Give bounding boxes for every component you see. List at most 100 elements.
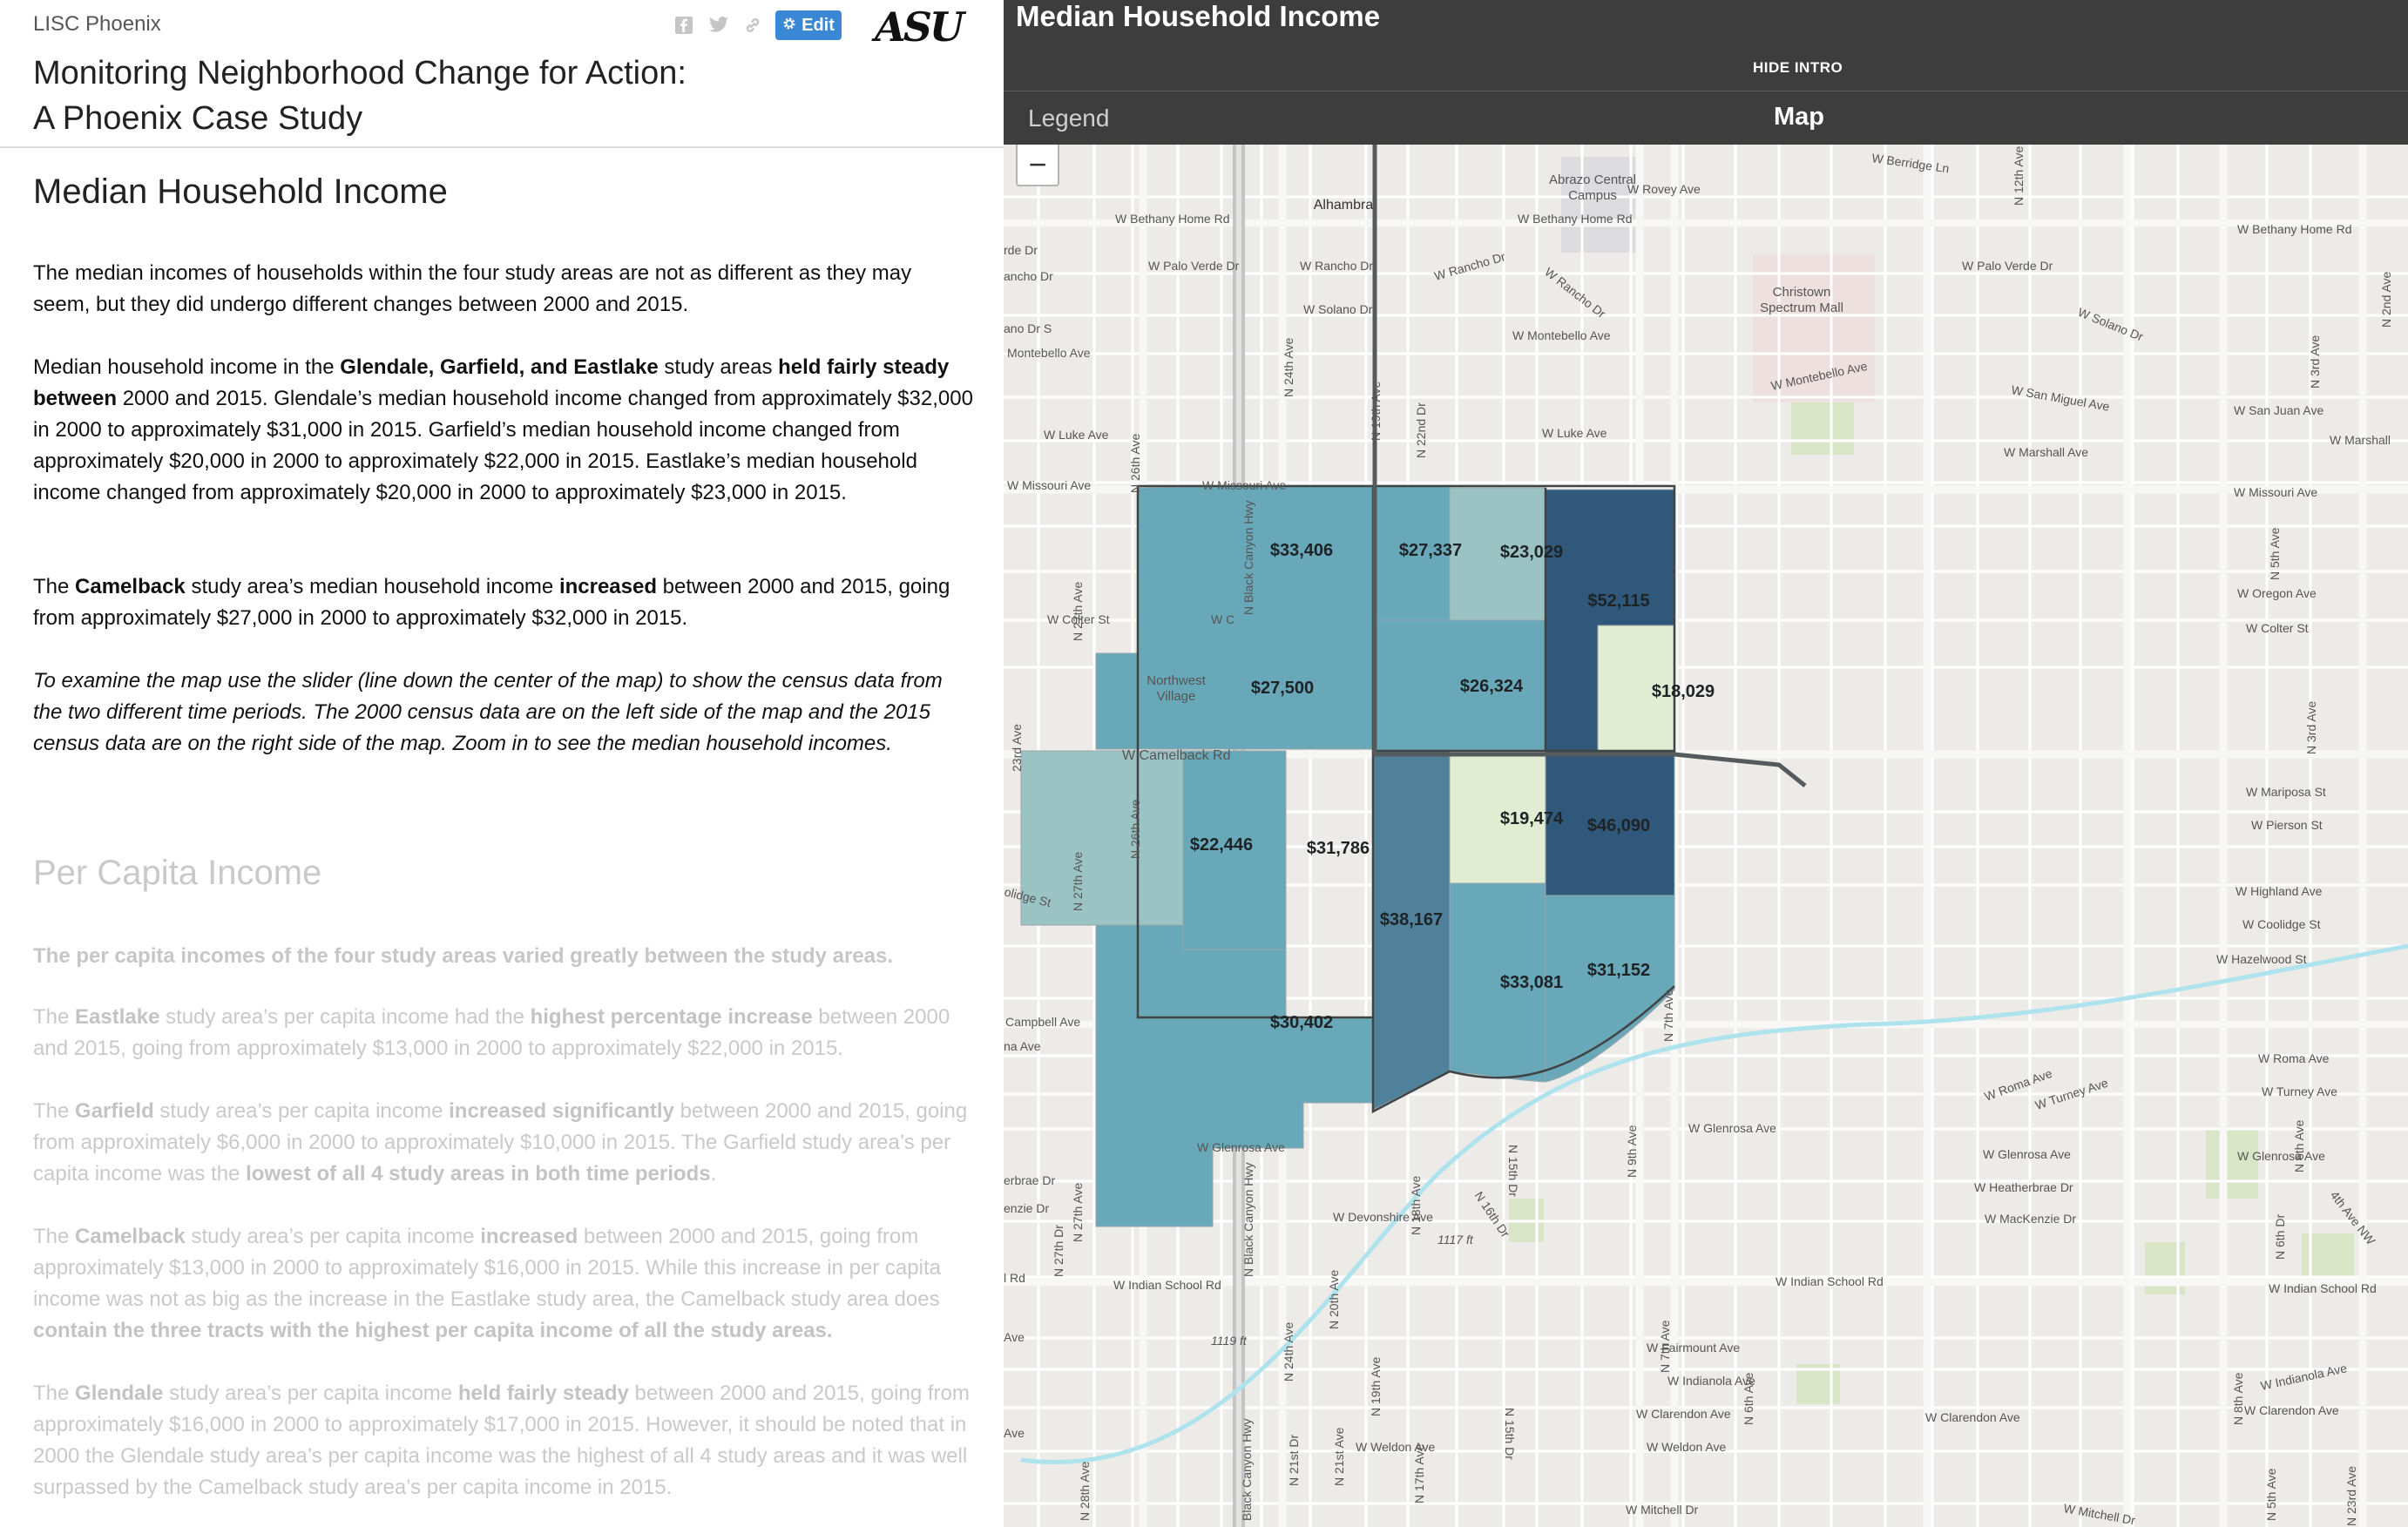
street-label: W Bethany Home Rd xyxy=(2237,222,2352,236)
street-label: W San Miguel Ave xyxy=(2010,382,2110,414)
avenue-label: N 24th Ave xyxy=(1282,1322,1295,1382)
avenue-label: N 9th Ave xyxy=(1625,1125,1639,1178)
edit-label: Edit xyxy=(802,15,835,35)
emphasis-text: lowest of all 4 study areas in both time… xyxy=(246,1162,711,1186)
link-icon[interactable] xyxy=(741,14,764,37)
avenue-label: N 22nd Dr xyxy=(1414,402,1428,458)
tract-value-label: $22,446 xyxy=(1190,835,1253,855)
street-label: W Mitchell Dr xyxy=(1626,1503,1699,1517)
emphasis-text: increased significantly xyxy=(449,1099,674,1123)
tract-value-label: $27,337 xyxy=(1399,541,1462,560)
street-label: W Roma Ave xyxy=(2258,1051,2330,1065)
street-label: W Palo Verde Dr xyxy=(1962,259,2053,273)
avenue-label: N 19th Ave xyxy=(1369,1357,1383,1416)
street-label: W Solano Dr xyxy=(2076,305,2146,344)
tract-value-label: $18,029 xyxy=(1652,682,1715,701)
place-label: Christown xyxy=(1773,285,1831,300)
tract-value-label: $19,474 xyxy=(1500,809,1564,828)
street-label: ano Dr S xyxy=(1004,321,1052,335)
body-text: The xyxy=(33,1225,76,1248)
avenue-label: N 20th Ave xyxy=(1327,1270,1341,1329)
street-label: W Marshall xyxy=(2330,433,2391,447)
avenue-label: N 26th Ave xyxy=(1128,434,1142,493)
brand-name[interactable]: LISC Phoenix xyxy=(33,12,161,37)
avenue-label: N 12th Ave xyxy=(2012,146,2026,206)
zoom-out-button[interactable]: − xyxy=(1016,145,1059,186)
body-text: The xyxy=(33,1005,76,1029)
facebook-icon[interactable] xyxy=(673,14,695,37)
street-label: W Glenrosa Ave xyxy=(1688,1121,1776,1135)
emphasis-text: Camelback xyxy=(75,1225,186,1248)
street-label: W Weldon Ave xyxy=(1647,1440,1727,1454)
street-label: W Rancho Dr xyxy=(1300,259,1373,273)
section-2-paragraph-3: The Garfield study area’s per capita inc… xyxy=(33,1096,974,1190)
section-1-paragraph-1: The median incomes of households within … xyxy=(33,261,912,316)
avenue-label: N 7th Ave xyxy=(1658,1320,1672,1373)
section-1-paragraph-2: Median household income in the Glendale,… xyxy=(33,352,974,509)
elevation-label: 1119 ft xyxy=(1211,1334,1248,1348)
avenue-label: N 5th Ave xyxy=(2264,1468,2278,1521)
avenue-label: N 23rd Ave xyxy=(2344,1466,2358,1526)
emphasis-text: held fairly steady xyxy=(457,1382,629,1405)
tab-map[interactable]: Map xyxy=(1774,103,1824,132)
emphasis-text: Camelback xyxy=(75,575,186,598)
street-label: W Rovey Ave xyxy=(1627,182,1701,196)
emphasis-text: Eastlake xyxy=(75,1005,160,1029)
place-label: Northwest xyxy=(1147,673,1206,688)
tract-value-label: $52,115 xyxy=(1587,591,1649,611)
street-label: Montebello Ave xyxy=(1007,346,1091,360)
tract-value-label: $27,500 xyxy=(1251,679,1314,698)
street-label: W Coolidge St xyxy=(2242,917,2321,931)
street-label: W Hazelwood St xyxy=(2216,952,2307,966)
body-text: 2000 and 2015. Glendale’s median househo… xyxy=(33,387,973,504)
street-label: W Indian School Rd xyxy=(1113,1278,1221,1292)
avenue-label: N 3rd Ave xyxy=(2304,701,2318,754)
place-label: Abrazo Central xyxy=(1549,172,1636,187)
hospital-area xyxy=(1561,157,1640,253)
street-label: W Indianola Ave xyxy=(2259,1361,2348,1393)
avenue-label: N 21st Dr xyxy=(1287,1435,1301,1486)
street-label: W Marshall Ave xyxy=(2004,445,2088,459)
highway-label: Black Canyon Hwy xyxy=(1240,1419,1254,1522)
street-label: W Clarendon Ave xyxy=(2244,1403,2339,1417)
street-label: W C xyxy=(1211,612,1234,626)
street-label: W Clarendon Ave xyxy=(1636,1407,1731,1421)
tract-value-label: $31,786 xyxy=(1307,839,1370,858)
highway-label: N Black Canyon Hwy xyxy=(1241,501,1255,616)
street-label: W Clarendon Ave xyxy=(1925,1410,2020,1424)
place-label: Spectrum Mall xyxy=(1760,301,1843,315)
map-title: Median Household Income xyxy=(1016,0,1381,32)
avenue-label: N 15th Dr xyxy=(1506,1145,1520,1197)
section-1-paragraph-3: The Camelback study area’s median househ… xyxy=(33,571,974,634)
asu-logo[interactable]: ASU xyxy=(875,3,964,51)
street-label: l Rd xyxy=(1004,1271,1025,1285)
emphasis-text: highest percentage increase xyxy=(530,1005,813,1029)
avenue-label: N 24th Ave xyxy=(1282,338,1295,397)
section-heading-per-capita-income: Per Capita Income xyxy=(33,854,322,892)
street-label: W Luke Ave xyxy=(1044,428,1109,442)
avenue-label: N 2nd Ave xyxy=(2379,271,2393,328)
edit-button[interactable]: Edit xyxy=(775,10,842,40)
tract-value-label: $46,090 xyxy=(1587,816,1650,835)
hide-intro-button[interactable]: HIDE INTRO xyxy=(1753,59,1843,77)
street-label: enzie Dr xyxy=(1004,1201,1049,1215)
avenue-label: N 7th Ave xyxy=(1661,989,1675,1042)
street-label: Ave xyxy=(1004,1330,1025,1344)
street-label: W Montebello Ave xyxy=(1512,328,1611,342)
highway-label: N Black Canyon Hwy xyxy=(1241,1163,1255,1278)
section-1-instructions: To examine the map use the slider (line … xyxy=(33,669,943,755)
map-canvas[interactable]: $33,406 $27,337 $23,029 $52,115 $27,500 … xyxy=(1004,145,2408,1527)
emphasis-text: increased xyxy=(480,1225,578,1248)
emphasis-text: increased xyxy=(558,575,658,598)
tab-legend[interactable]: Legend xyxy=(1028,105,1109,132)
street-label: W Pierson St xyxy=(2251,818,2323,832)
street-label: W MacKenzie Dr xyxy=(1985,1212,2076,1226)
avenue-label: N 27th Dr xyxy=(1052,1225,1065,1277)
twitter-icon[interactable] xyxy=(707,14,730,37)
map-panel: Median Household Income HIDE INTRO Legen… xyxy=(1004,0,2408,1527)
avenue-label: N 6th Ave xyxy=(2292,1119,2306,1172)
body-text: study area’s per capita income xyxy=(163,1382,458,1405)
choropleth-map[interactable]: $33,406 $27,337 $23,029 $52,115 $27,500 … xyxy=(1004,145,2408,1527)
place-label: Campus xyxy=(1568,188,1617,203)
emphasis-text: Garfield xyxy=(75,1099,154,1123)
